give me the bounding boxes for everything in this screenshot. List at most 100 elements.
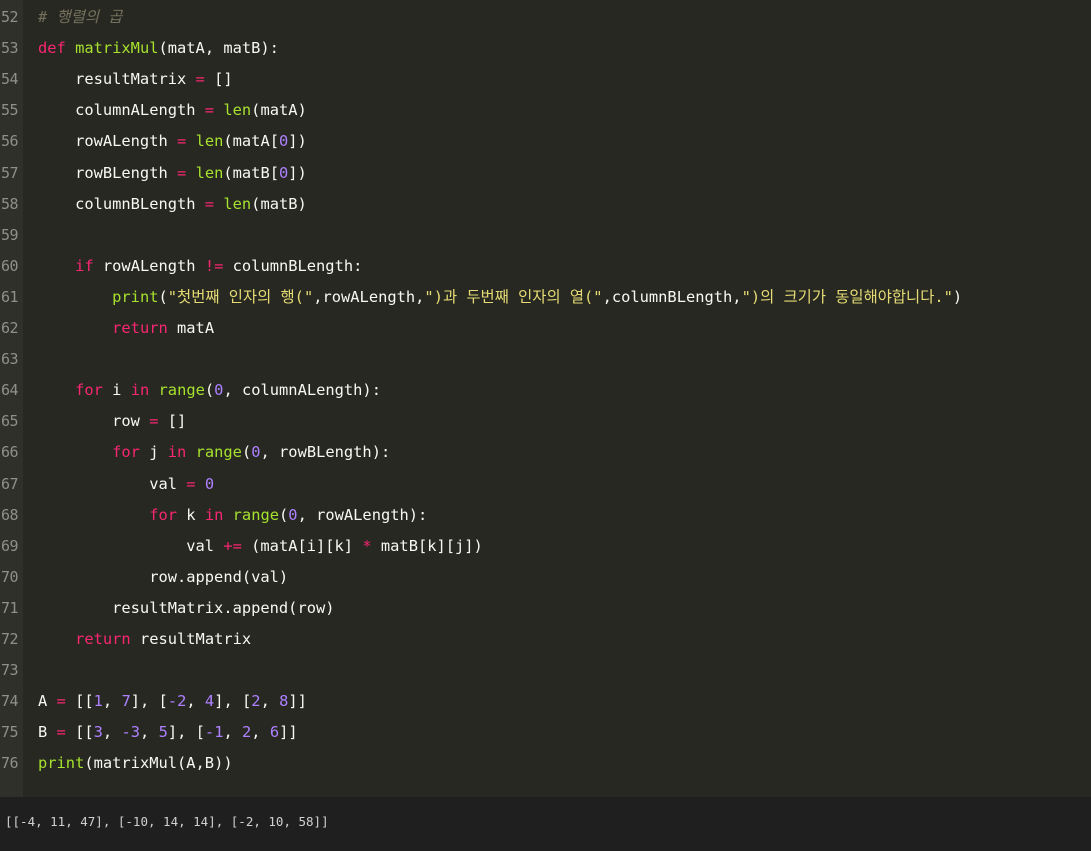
code-token: 0 <box>288 505 298 524</box>
code-text[interactable]: columnBLength = len(matB) <box>38 189 307 220</box>
code-line[interactable]: 62 return matA <box>0 313 1091 344</box>
code-line[interactable]: 58 columnBLength = len(matB) <box>0 189 1091 220</box>
code-token: matrixMul <box>75 39 159 58</box>
code-text[interactable]: row.append(val) <box>38 562 288 593</box>
code-line[interactable]: 66 for j in range(0, rowBLength): <box>0 437 1091 468</box>
code-token: 2 <box>242 723 252 742</box>
code-text[interactable]: resultMatrix.append(row) <box>38 593 334 624</box>
code-token: (matA[ <box>223 132 279 151</box>
code-token: 4 <box>204 692 215 711</box>
code-line[interactable]: 69 val += (matA[i][k] * matB[k][j]) <box>0 531 1091 562</box>
code-token: 7 <box>121 692 131 711</box>
code-text[interactable]: A = [[1, 7], [-2, 4], [2, 8]] <box>38 686 307 717</box>
code-text[interactable]: val = 0 <box>38 469 214 500</box>
code-line[interactable]: 67 val = 0 <box>0 469 1091 500</box>
code-text[interactable]: for j in range(0, rowBLength): <box>38 437 390 468</box>
code-line[interactable]: 63 <box>0 344 1091 375</box>
code-token: range <box>158 381 205 400</box>
code-text[interactable]: B = [[3, -3, 5], [-1, 2, 6]] <box>38 717 298 748</box>
code-token: = <box>195 70 205 89</box>
code-line[interactable]: 75 B = [[3, -3, 5], [-1, 2, 6]] <box>0 717 1091 748</box>
code-token: A <box>38 692 57 711</box>
code-line[interactable]: 70 row.append(val) <box>0 562 1091 593</box>
code-line[interactable]: 53 def matrixMul(matA, matB): <box>0 33 1091 64</box>
code-text[interactable]: val += (matA[i][k] * matB[k][j]) <box>38 531 483 562</box>
code-token: , columnALength): <box>223 381 381 400</box>
code-text[interactable]: rowBLength = len(matB[0]) <box>38 158 307 189</box>
code-token: 0 <box>278 132 289 151</box>
code-token: 8 <box>279 692 289 711</box>
code-token: B <box>38 723 57 742</box>
code-token: , <box>251 723 270 742</box>
code-text[interactable]: def matrixMul(matA, matB): <box>38 33 279 64</box>
code-text[interactable]: for i in range(0, columnALength): <box>38 375 381 406</box>
code-line[interactable]: 64 for i in range(0, columnALength): <box>0 375 1091 406</box>
code-token: (matA[i][k] <box>241 536 363 555</box>
code-text[interactable]: return matA <box>38 313 214 344</box>
code-line[interactable]: 61 print("첫번째 인자의 행(",rowALength,")과 두번째… <box>0 282 1091 313</box>
code-token: 0 <box>251 443 261 462</box>
code-text[interactable]: return resultMatrix <box>38 624 251 655</box>
code-line[interactable]: 74 A = [[1, 7], [-2, 4], [2, 8]] <box>0 686 1091 717</box>
code-line[interactable]: 60 if rowALength != columnBLength: <box>0 251 1091 282</box>
code-line[interactable]: 52 # 행렬의 곱 <box>0 2 1091 33</box>
code-token: in <box>167 443 187 462</box>
code-line[interactable]: 72 return resultMatrix <box>0 624 1091 655</box>
code-token: [] <box>158 412 187 431</box>
code-token: # 행렬의 곱 <box>38 8 123 26</box>
code-token: in <box>130 381 150 400</box>
code-text[interactable]: print(matrixMul(A,B)) <box>38 748 233 779</box>
code-line[interactable]: 57 rowBLength = len(matB[0]) <box>0 158 1091 189</box>
code-token: print <box>38 754 85 773</box>
code-token: ]] <box>288 692 307 711</box>
code-token: (matrixMul(A,B)) <box>84 754 233 773</box>
code-token: , rowALength): <box>297 505 428 524</box>
code-text[interactable]: if rowALength != columnBLength: <box>38 251 362 282</box>
code-text[interactable]: # 행렬의 곱 <box>38 2 122 33</box>
code-line[interactable]: 71 resultMatrix.append(row) <box>0 593 1091 624</box>
line-number: 66 <box>1 443 19 462</box>
code-token: ], [ <box>130 692 168 711</box>
code-line[interactable]: 73 <box>0 655 1091 686</box>
line-number: 61 <box>1 287 19 306</box>
code-token: j <box>139 443 168 462</box>
code-text[interactable]: rowALength = len(matA[0]) <box>38 126 307 157</box>
code-token: in <box>204 505 224 524</box>
code-text[interactable]: row = [] <box>38 406 186 437</box>
code-line[interactable]: 68 for k in range(0, rowALength): <box>0 500 1091 531</box>
code-token: resultMatrix <box>130 630 252 648</box>
code-line[interactable]: 59 <box>0 220 1091 251</box>
code-text[interactable]: print("첫번째 인자의 행(",rowALength,")과 두번째 인자… <box>38 282 962 313</box>
code-line[interactable]: 55 columnALength = len(matA) <box>0 95 1091 126</box>
code-line[interactable]: 54 resultMatrix = [] <box>0 64 1091 95</box>
code-token: (matB) <box>251 194 307 213</box>
code-line[interactable]: 76 print(matrixMul(A,B)) <box>0 748 1091 779</box>
line-number: 58 <box>1 194 19 213</box>
code-token: , <box>102 692 122 711</box>
line-number: 56 <box>1 132 19 151</box>
code-token: range <box>232 505 279 524</box>
code-editor[interactable]: 52 # 행렬의 곱 53 def matrixMul(matA, matB): 54 … <box>0 0 1091 797</box>
code-line[interactable]: 65 row = [] <box>0 406 1091 437</box>
code-token: row.append(val) <box>38 567 289 586</box>
code-token: = <box>204 101 215 120</box>
code-text[interactable]: resultMatrix = [] <box>38 64 233 95</box>
code-token: 5 <box>158 723 168 742</box>
code-line[interactable]: 56 rowALength = len(matA[0]) <box>0 126 1091 157</box>
code-text[interactable]: for k in range(0, rowALength): <box>38 500 427 531</box>
line-number: 71 <box>1 598 19 617</box>
line-number: 73 <box>1 661 19 680</box>
line-number: 75 <box>1 723 19 742</box>
code-text[interactable]: columnALength = len(matA) <box>38 95 307 126</box>
code-token: 6 <box>269 723 280 742</box>
code-token: , <box>260 692 280 711</box>
line-number: 53 <box>1 39 19 58</box>
